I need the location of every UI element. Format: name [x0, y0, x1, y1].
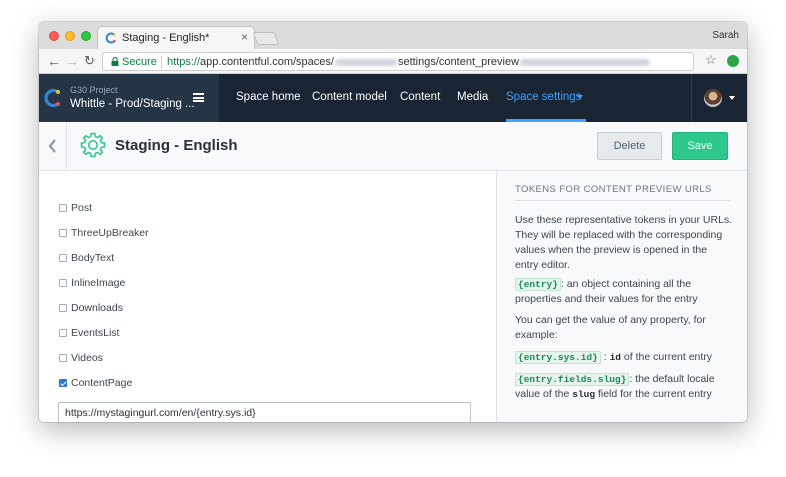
nav-space-home[interactable]: Space home	[236, 91, 301, 103]
gear-icon	[80, 132, 106, 158]
hamburger-menu-icon[interactable]	[193, 93, 204, 102]
content-type-row[interactable]: Post	[59, 200, 92, 216]
token-slug-field-code: slug	[572, 389, 596, 400]
token-sys-id-field-code: id	[609, 352, 621, 363]
content-type-row-checked[interactable]: ContentPage	[59, 375, 132, 391]
address-bar[interactable]: Secure https://app.contentful.com/spaces…	[102, 52, 694, 71]
back-button[interactable]	[39, 122, 67, 171]
content-type-label: Downloads	[71, 302, 123, 314]
content-type-label: Videos	[71, 352, 103, 364]
content-type-checkbox[interactable]	[59, 329, 67, 337]
page-title: Staging - English	[115, 137, 238, 154]
content-type-checkbox[interactable]	[59, 304, 67, 312]
content-type-checkbox[interactable]	[59, 354, 67, 362]
project-name: G30 Project	[70, 85, 118, 95]
content-type-label: Post	[71, 202, 93, 214]
close-window-button[interactable]	[49, 31, 59, 41]
bookmark-star-icon[interactable]: ☆	[705, 52, 717, 68]
token-sys-id-desc: of the current entry	[623, 351, 713, 363]
content-type-row[interactable]: Videos	[59, 350, 103, 366]
content-type-list: Post ThreeUpBreaker BodyText InlineImage…	[39, 171, 496, 422]
space-name: Whittle - Prod/Staging ...	[70, 98, 195, 110]
sidebar-divider	[515, 200, 730, 201]
chevron-down-icon	[577, 95, 583, 99]
new-tab-button[interactable]	[252, 32, 280, 45]
url-path-b: settings/content_preview	[397, 56, 520, 68]
url-scheme: https://	[167, 56, 201, 68]
redacted-preview-id	[520, 58, 651, 66]
tab-strip: Staging - English* × Sarah	[39, 22, 747, 49]
content-type-checkbox[interactable]	[59, 204, 67, 212]
tokens-intro-text: Use these representative tokens in your …	[515, 214, 733, 271]
content-type-row[interactable]: BodyText	[59, 250, 114, 266]
browser-window: Staging - English* × Sarah ← → ↻ Secure …	[39, 22, 747, 422]
save-button[interactable]: Save	[672, 132, 728, 160]
account-menu[interactable]	[691, 74, 747, 122]
account-chevron-down-icon	[729, 96, 735, 100]
content-type-checkbox[interactable]	[59, 254, 67, 262]
preview-url-input[interactable]	[58, 402, 471, 422]
property-intro-text: You can get the value of any property, f…	[515, 314, 706, 341]
nav-content[interactable]: Content	[400, 91, 440, 103]
maximize-window-button[interactable]	[81, 31, 91, 41]
app-top-nav: G30 Project Whittle - Prod/Staging ... S…	[39, 74, 747, 122]
profile-name[interactable]: Sarah	[712, 30, 739, 41]
reload-icon[interactable]: ↻	[84, 53, 95, 69]
nav-content-model[interactable]: Content model	[312, 91, 387, 103]
entity-header: Staging - English Delete Save	[39, 122, 747, 171]
nav-space-settings[interactable]: Space settings	[506, 91, 581, 103]
content-type-checkbox[interactable]	[59, 229, 67, 237]
content-type-label: EventsList	[71, 327, 120, 339]
url-text: https://app.contentful.com/spaces/settin…	[167, 56, 651, 68]
browser-toolbar: ← → ↻ Secure https://app.contentful.com/…	[39, 49, 747, 74]
omnibox-divider	[161, 56, 162, 68]
content-type-row[interactable]: Downloads	[59, 300, 123, 316]
secure-label: Secure	[122, 56, 157, 68]
token-slug-desc-b: field for the current entry	[597, 388, 712, 400]
token-sys-id-code: {entry.sys.id}	[515, 351, 601, 364]
forward-arrow-icon[interactable]: →	[65, 53, 79, 69]
minimize-window-button[interactable]	[65, 31, 75, 41]
token-entry-code: {entry}	[515, 278, 561, 291]
nav-media[interactable]: Media	[457, 91, 488, 103]
content-type-row[interactable]: EventsList	[59, 325, 119, 341]
redacted-space-id	[334, 58, 397, 66]
space-switcher[interactable]: G30 Project Whittle - Prod/Staging ...	[39, 74, 219, 122]
url-path-a: /spaces/	[292, 56, 334, 68]
contentful-logo-icon	[44, 88, 60, 108]
token-slug-code: {entry.fields.slug}	[515, 373, 630, 386]
content-type-label: BodyText	[71, 252, 115, 264]
content-type-checkbox-checked[interactable]	[59, 379, 67, 387]
browser-tab[interactable]: Staging - English* ×	[97, 26, 255, 49]
content-type-label: InlineImage	[71, 277, 126, 289]
tab-title: Staging - English*	[122, 32, 210, 44]
content-type-label: ThreeUpBreaker	[71, 227, 149, 239]
token-entry-description: {entry}: an object containing all the pr…	[515, 277, 733, 307]
url-host: app.contentful.com	[200, 56, 293, 68]
sidebar-heading: TOKENS FOR CONTENT PREVIEW URLS	[515, 184, 712, 195]
token-slug-description: {entry.fields.slug}: the default locale …	[515, 372, 733, 402]
chevron-left-icon	[48, 139, 56, 153]
content-type-row[interactable]: InlineImage	[59, 275, 125, 291]
delete-button[interactable]: Delete	[597, 132, 662, 160]
extension-icon[interactable]	[727, 55, 739, 67]
lock-icon	[111, 57, 119, 66]
content-type-label: ContentPage	[71, 377, 133, 389]
tokens-sidebar: TOKENS FOR CONTENT PREVIEW URLS Use thes…	[496, 171, 747, 422]
token-sys-id-sep: :	[603, 351, 607, 363]
token-sys-id-description: {entry.sys.id} : id of the current entry	[515, 350, 733, 365]
back-arrow-icon[interactable]: ←	[47, 53, 61, 69]
contentful-favicon-icon	[105, 32, 116, 44]
content-type-row[interactable]: ThreeUpBreaker	[59, 225, 149, 241]
tab-close-icon[interactable]: ×	[241, 31, 248, 43]
content-type-checkbox[interactable]	[59, 279, 67, 287]
avatar	[704, 89, 722, 107]
